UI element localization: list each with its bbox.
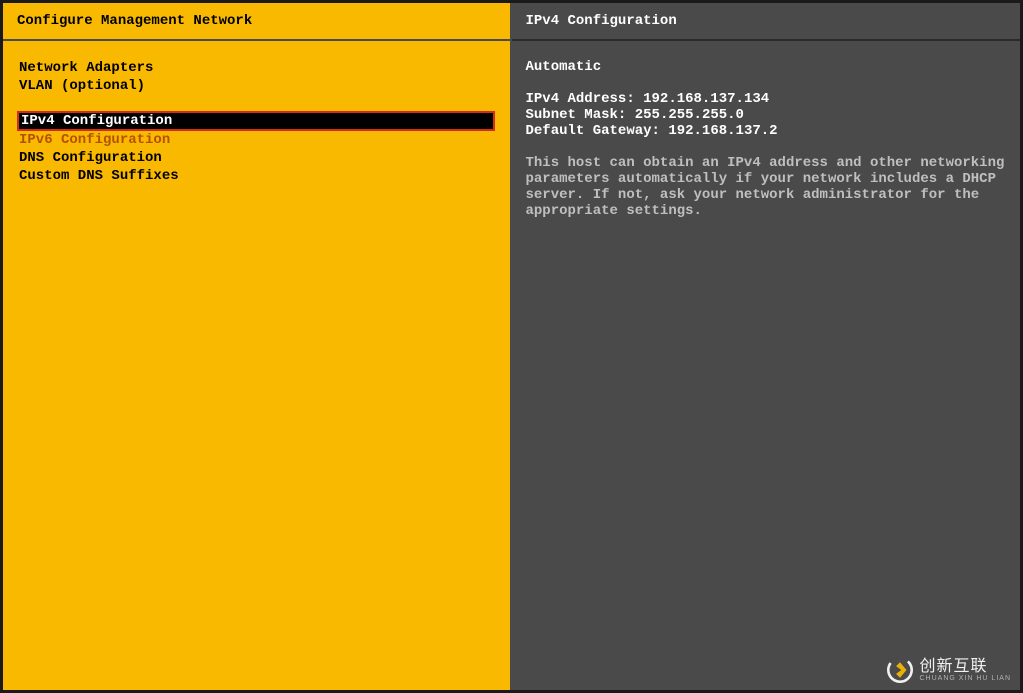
subnet-mask-line: Subnet Mask: 255.255.255.0 xyxy=(526,107,1007,123)
watermark-text: 创新互联 CHUANG XIN HU LIAN xyxy=(919,659,1011,682)
menu-list: Network AdaptersVLAN (optional) IPv4 Conf… xyxy=(17,59,496,185)
help-text: This host can obtain an IPv4 address and… xyxy=(526,155,1007,219)
left-panel: Configure Management Network Network Ada… xyxy=(3,3,512,690)
watermark-logo-icon xyxy=(887,657,913,683)
right-panel-title: IPv4 Configuration xyxy=(512,3,1021,41)
menu-item-network-adapters[interactable]: Network Adapters xyxy=(17,59,496,77)
menu-item-dns-configuration[interactable]: DNS Configuration xyxy=(17,149,496,167)
menu-item-ipv4-configuration[interactable]: IPv4 Configuration xyxy=(17,111,495,131)
ipv4-address-line: IPv4 Address: 192.168.137.134 xyxy=(526,91,1007,107)
left-panel-body: Network AdaptersVLAN (optional) IPv4 Conf… xyxy=(3,41,510,203)
right-panel: IPv4 Configuration Automatic IPv4 Addres… xyxy=(512,3,1021,690)
ipv4-mode: Automatic xyxy=(526,59,1007,75)
watermark: 创新互联 CHUANG XIN HU LIAN xyxy=(887,657,1011,683)
config-network-screen: Configure Management Network Network Ada… xyxy=(0,0,1023,693)
menu-gap xyxy=(17,95,496,111)
right-panel-body: Automatic IPv4 Address: 192.168.137.134 … xyxy=(512,41,1021,237)
watermark-sub: CHUANG XIN HU LIAN xyxy=(919,675,1011,682)
watermark-main: 创新互联 xyxy=(919,659,1011,675)
right-title-text: IPv4 Configuration xyxy=(526,13,677,29)
menu-item-vlan-optional[interactable]: VLAN (optional) xyxy=(17,77,496,95)
menu-item-custom-dns-suffixes[interactable]: Custom DNS Suffixes xyxy=(17,167,496,185)
default-gateway-line: Default Gateway: 192.168.137.2 xyxy=(526,123,1007,139)
menu-item-ipv6-configuration[interactable]: IPv6 Configuration xyxy=(17,131,496,149)
left-panel-title: Configure Management Network xyxy=(3,3,510,41)
left-title-text: Configure Management Network xyxy=(17,13,252,29)
